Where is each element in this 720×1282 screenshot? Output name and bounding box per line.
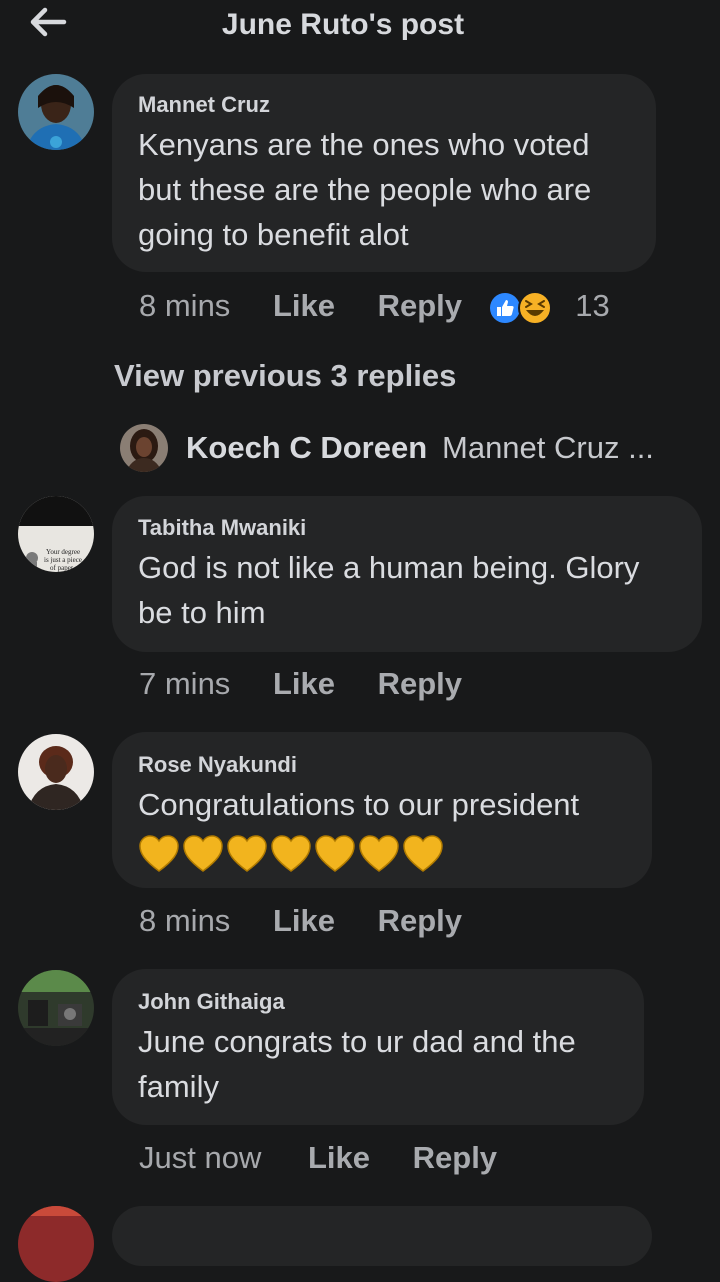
comment-line: God is not like a human being. Glory bbox=[138, 550, 640, 585]
reaction-summary[interactable] bbox=[487, 290, 553, 326]
emoji-row bbox=[138, 829, 579, 874]
comment-line: be to him bbox=[138, 595, 266, 630]
top-bar: June Ruto's post bbox=[0, 0, 720, 56]
comment-actions: 7 mins Like Reply bbox=[139, 666, 462, 702]
avatar[interactable] bbox=[18, 734, 94, 810]
comment-line: Kenyans are the ones who voted bbox=[138, 127, 590, 162]
yellow-heart-icon bbox=[139, 835, 179, 872]
avatar[interactable]: Your degree is just a piece of paper bbox=[18, 496, 94, 572]
comment-text: Congratulations to our president bbox=[138, 782, 579, 874]
like-button[interactable]: Like bbox=[308, 1140, 370, 1176]
comment-text: Kenyans are the ones who voted but these… bbox=[138, 122, 591, 257]
comment-line: family bbox=[138, 1069, 219, 1104]
comment-line: but these are the people who are bbox=[138, 172, 592, 207]
view-previous-replies-link[interactable]: View previous 3 replies bbox=[114, 358, 456, 394]
comment-author[interactable]: John Githaiga bbox=[138, 989, 285, 1015]
yellow-heart-icon bbox=[315, 835, 355, 872]
yellow-heart-icon bbox=[403, 835, 443, 872]
like-button[interactable]: Like bbox=[273, 288, 335, 324]
comment-bubble[interactable]: Rose Nyakundi Congratulations to our pre… bbox=[112, 732, 652, 888]
yellow-heart-icon bbox=[227, 835, 267, 872]
comment-line: June congrats to ur dad and the bbox=[138, 1024, 576, 1059]
yellow-heart-icon bbox=[271, 835, 311, 872]
comment-actions: Just now Like Reply bbox=[139, 1140, 497, 1176]
comment-author[interactable]: Tabitha Mwaniki bbox=[138, 515, 306, 541]
comment-bubble[interactable] bbox=[112, 1206, 652, 1266]
reply-button[interactable]: Reply bbox=[413, 1140, 497, 1176]
comment-time: 7 mins bbox=[139, 666, 231, 701]
reply-button[interactable]: Reply bbox=[378, 288, 462, 324]
comment-actions: 8 mins Like Reply bbox=[139, 903, 462, 939]
avatar[interactable] bbox=[18, 1206, 94, 1282]
comment-bubble[interactable]: Tabitha Mwaniki God is not like a human … bbox=[112, 496, 702, 652]
avatar[interactable] bbox=[18, 970, 94, 1046]
comment-line: Congratulations to our president bbox=[138, 787, 580, 822]
like-button[interactable]: Like bbox=[273, 903, 335, 939]
comment-time: 8 mins bbox=[139, 903, 231, 938]
reply-button[interactable]: Reply bbox=[378, 903, 462, 939]
avatar[interactable] bbox=[120, 424, 168, 472]
yellow-heart-icon bbox=[183, 835, 223, 872]
comment-bubble[interactable]: John Githaiga June congrats to ur dad an… bbox=[112, 969, 644, 1125]
comment-time: Just now bbox=[139, 1140, 262, 1175]
comment-actions: 8 mins Like Reply 13 bbox=[139, 288, 610, 326]
reply-author[interactable]: Koech C Doreen bbox=[186, 430, 427, 466]
comment-text: June congrats to ur dad and the family bbox=[138, 1019, 576, 1109]
avatar-caption: of paper bbox=[50, 564, 74, 572]
comment-author[interactable]: Rose Nyakundi bbox=[138, 752, 297, 778]
comment-time: 8 mins bbox=[139, 288, 231, 323]
comment-text: God is not like a human being. Glory be … bbox=[138, 545, 639, 635]
avatar-caption: Your degree bbox=[46, 548, 80, 556]
avatar-caption: is just a piece bbox=[44, 556, 82, 564]
comment-author[interactable]: Mannet Cruz bbox=[138, 92, 270, 118]
page-title: June Ruto's post bbox=[221, 8, 465, 41]
yellow-heart-icon bbox=[359, 835, 399, 872]
haha-reaction-icon bbox=[517, 290, 552, 325]
reply-text: Mannet Cruz ... bbox=[442, 430, 654, 465]
like-button[interactable]: Like bbox=[273, 666, 335, 702]
comment-line: going to benefit alot bbox=[138, 217, 409, 252]
reply-button[interactable]: Reply bbox=[378, 666, 462, 702]
comment-bubble[interactable]: Mannet Cruz Kenyans are the ones who vot… bbox=[112, 74, 656, 272]
avatar[interactable] bbox=[18, 74, 94, 150]
reaction-count[interactable]: 13 bbox=[575, 288, 609, 324]
